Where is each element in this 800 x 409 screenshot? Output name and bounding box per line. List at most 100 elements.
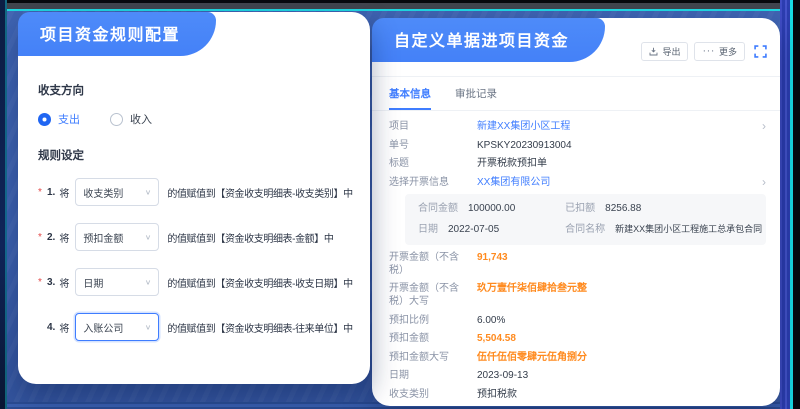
field-row-invoice-info: 选择开票信息 XX集团有限公司 › [389,176,766,189]
doc-title-value: 开票税款预扣单 [477,157,766,170]
export-icon [649,47,658,56]
export-button-label: 导出 [662,45,680,58]
tab-basic-info[interactable]: 基本信息 [389,86,431,110]
field-row-category: 收支类别 预扣税款 [389,388,766,401]
withheld-amount-cell: 已扣额 8256.88 [565,203,753,215]
field-label: 开票金额（不含税） [389,251,477,277]
field-label: 预扣金额 [389,332,477,345]
document-toolbar: 导出 ··· 更多 [641,42,767,61]
field-row-invoice-amount: 开票金额（不含税） 91,743 [389,251,766,277]
radio-expense-label: 支出 [58,111,80,127]
rule-2-select-value: 预扣金额 [83,230,123,245]
radio-expense[interactable]: 支出 [38,111,80,127]
field-row-date: 日期 2023-09-13 [389,369,766,382]
contract-name-label: 合同名称 [565,224,605,236]
radio-income[interactable]: 收入 [110,111,152,127]
field-label: 预扣比例 [389,314,477,327]
more-button-label: 更多 [719,45,737,58]
rule-config-panel: 项目资金规则配置 收支方向 支出 收入 规则设定 * 1. 将 [18,12,370,384]
invoice-amount-value: 91,743 [477,251,766,264]
required-asterisk: * [38,187,45,198]
direction-radio-group: 支出 收入 [38,111,364,127]
rule-number: 2. [47,232,55,243]
rule-verb: 将 [59,230,69,245]
contract-date-label: 日期 [418,224,438,236]
frame-right-border [780,0,800,409]
field-label: 日期 [389,369,477,382]
document-title: 自定义单据进项目资金 [394,27,569,51]
frame-left-border [0,0,7,409]
contract-date-value: 2022-07-05 [448,224,499,236]
category-value: 预扣税款 [477,388,766,401]
rule-1-select-value: 收支类别 [83,185,123,200]
field-label: 预扣金额大写 [389,351,477,364]
field-label: 项目 [389,120,477,133]
rule-verb: 将 [59,275,69,290]
page-background: 项目资金规则配置 收支方向 支出 收入 规则设定 * 1. 将 [0,0,800,409]
rule-4-select-value: 入账公司 [83,320,123,335]
rule-2-field-select[interactable]: 预扣金额 ∨ [75,223,159,251]
chevron-down-icon: ∨ [145,233,152,242]
invoice-info-link[interactable]: XX集团有限公司 [477,176,762,189]
detail-form: 项目 新建XX集团小区工程 › 单号 KPSKY20230913004 标题 开… [372,111,780,409]
export-button[interactable]: 导出 [641,42,688,61]
field-row-invoice-amount-caps: 开票金额（不含税）大写 玖万壹仟柒佰肆拾叁元整 [389,282,766,308]
withhold-amount-caps-value: 伍仟伍佰零肆元伍角捌分 [477,351,766,364]
contract-amount-cell: 合同金额 100000.00 [418,203,557,215]
contract-name-value: 新建XX集团小区工程施工总承包合同 [615,224,762,235]
date-value: 2023-09-13 [477,369,766,382]
contract-info-box: 合同金额 100000.00 已扣额 8256.88 日期 2022-07-05… [405,194,766,245]
field-label: 收支类别 [389,388,477,401]
rule-3-field-select[interactable]: 日期 ∨ [75,268,159,296]
more-button[interactable]: ··· 更多 [694,42,745,61]
required-asterisk: * [38,232,45,243]
chevron-down-icon: ∨ [145,323,152,332]
rule-number: 3. [47,277,55,288]
radio-income-label: 收入 [130,111,152,127]
rule-3-select-value: 日期 [83,275,103,290]
rule-suffix-text: 的值赋值到【资金收支明细表-收支类别】中 [167,185,352,200]
withhold-ratio-value: 6.00% [477,314,766,327]
rule-row-3: * 3. 将 日期 ∨ 的值赋值到【资金收支明细表-收支日期】中 [38,268,364,296]
rules-section-label: 规则设定 [38,147,364,163]
detail-tabs: 基本信息 审批记录 [372,77,780,111]
rule-config-title: 项目资金规则配置 [40,21,180,45]
contract-name-cell: 合同名称 新建XX集团小区工程施工总承包合同 [565,224,753,236]
radio-unselected-icon [110,113,123,126]
rule-suffix-text: 的值赋值到【资金收支明细表-金额】中 [167,230,333,245]
document-header: 自定义单据进项目资金 [372,18,605,62]
chevron-right-icon[interactable]: › [762,120,766,132]
required-asterisk: * [38,277,45,288]
rule-suffix-text: 的值赋值到【资金收支明细表-往来单位】中 [167,320,352,335]
document-detail-panel: 自定义单据进项目资金 导出 ··· 更多 基本信息 审批记录 [372,18,780,406]
contract-amount-value: 100000.00 [468,203,515,215]
chevron-down-icon: ∨ [145,188,152,197]
rule-row-4: 4. 将 入账公司 ∨ 的值赋值到【资金收支明细表-往来单位】中 [38,313,364,341]
doc-no-value: KPSKY20230913004 [477,139,766,152]
field-row-withhold-ratio: 预扣比例 6.00% [389,314,766,327]
radio-selected-icon [38,113,51,126]
rule-verb: 将 [59,185,69,200]
chevron-down-icon: ∨ [145,278,152,287]
rule-4-field-select[interactable]: 入账公司 ∨ [75,313,159,341]
rule-number: 4. [47,322,55,333]
field-label: 开票金额（不含税）大写 [389,282,477,308]
chevron-right-icon[interactable]: › [762,176,766,188]
fullscreen-icon[interactable] [754,45,767,58]
invoice-amount-caps-value: 玖万壹仟柒佰肆拾叁元整 [477,282,766,295]
field-row-doc-title: 标题 开票税款预扣单 [389,157,766,170]
rule-suffix-text: 的值赋值到【资金收支明细表-收支日期】中 [167,275,352,290]
field-label: 单号 [389,139,477,152]
withheld-amount-label: 已扣额 [565,203,595,215]
rule-row-1: * 1. 将 收支类别 ∨ 的值赋值到【资金收支明细表-收支类别】中 [38,178,364,206]
field-label: 选择开票信息 [389,176,477,189]
field-row-withhold-amount-caps: 预扣金额大写 伍仟伍佰零肆元伍角捌分 [389,351,766,364]
project-link[interactable]: 新建XX集团小区工程 [477,120,762,133]
withheld-amount-value: 8256.88 [605,203,641,215]
frame-top-border [0,0,800,11]
withhold-amount-value: 5,504.58 [477,332,766,345]
rule-1-field-select[interactable]: 收支类别 ∨ [75,178,159,206]
field-row-doc-no: 单号 KPSKY20230913004 [389,139,766,152]
more-dots-icon: ··· [702,49,715,54]
tab-approval-record[interactable]: 审批记录 [455,86,497,110]
